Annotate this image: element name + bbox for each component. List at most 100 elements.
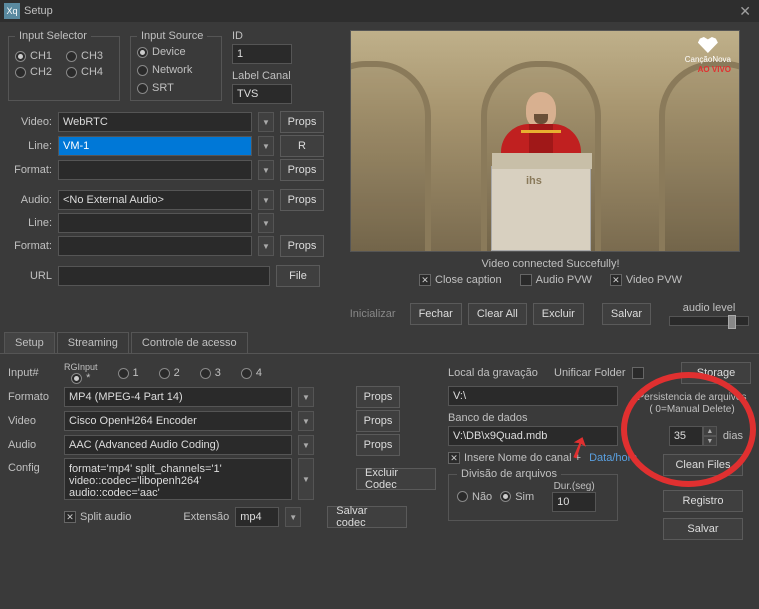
chevron-down-icon[interactable]: ▼ [298, 435, 314, 455]
props-button-3[interactable]: Props [280, 189, 324, 211]
broadcast-logo: CançãoNova AO VIVO [685, 37, 731, 74]
chevron-down-icon[interactable]: ▼ [298, 411, 314, 431]
salvar-button[interactable]: Salvar [602, 303, 651, 325]
split-audio-checkbox[interactable]: ✕Split audio [64, 511, 131, 523]
banco-input[interactable] [448, 426, 618, 446]
video-pvw-checkbox[interactable]: ✕Video PVW [610, 274, 682, 286]
file-button[interactable]: File [276, 265, 320, 287]
extensao-input[interactable] [235, 507, 279, 527]
props-button[interactable]: Props [280, 111, 324, 133]
titlebar: Xq Setup ✕ [0, 0, 759, 22]
spin-up-icon[interactable]: ▲ [703, 426, 717, 436]
salvar-lower-button[interactable]: Salvar [663, 518, 743, 540]
rginput-radio-3[interactable]: 3 [200, 367, 221, 379]
local-input[interactable] [448, 386, 618, 406]
dur-input[interactable] [552, 492, 596, 512]
registro-button[interactable]: Registro [663, 490, 743, 512]
props-button-2[interactable]: Props [280, 159, 324, 181]
dias-label: dias [723, 430, 743, 442]
audio-level-label: audio level [683, 302, 736, 314]
spin-down-icon[interactable]: ▼ [703, 436, 717, 446]
chevron-down-icon[interactable]: ▼ [258, 112, 274, 132]
chevron-down-icon[interactable]: ▼ [258, 236, 274, 256]
app-icon: Xq [4, 3, 20, 19]
format2-select[interactable] [58, 236, 252, 256]
id-label: ID [232, 30, 312, 42]
fechar-button[interactable]: Fechar [410, 303, 462, 325]
connection-status: Video connected Succefully! [350, 258, 751, 270]
audio-enc-label: Audio [8, 439, 58, 451]
props-button-5[interactable]: Props [356, 386, 400, 408]
excluir-button[interactable]: Excluir [533, 303, 584, 325]
r-button[interactable]: R [280, 135, 324, 157]
video-enc-select[interactable] [64, 411, 292, 431]
inicializar-button[interactable]: Inicializar [342, 303, 404, 325]
rginput-radio-4[interactable]: 4 [241, 367, 262, 379]
data-hora-link[interactable]: Data/hora [589, 452, 637, 464]
line2-label: Line: [8, 217, 52, 229]
line-label: Line: [8, 140, 52, 152]
ch1-radio[interactable]: CH1 [15, 50, 52, 62]
input-source-legend: Input Source [137, 30, 207, 42]
chevron-down-icon[interactable]: ▼ [258, 213, 274, 233]
divisao-legend: Divisão de arquivos [457, 468, 561, 480]
chevron-down-icon[interactable]: ▼ [298, 458, 314, 500]
close-icon[interactable]: ✕ [735, 3, 755, 20]
ch2-radio[interactable]: CH2 [15, 66, 52, 78]
format-select[interactable] [58, 160, 252, 180]
tab-setup[interactable]: Setup [4, 332, 55, 353]
ch4-radio[interactable]: CH4 [66, 66, 103, 78]
props-button-6[interactable]: Props [356, 410, 400, 432]
config-textarea[interactable]: format='mp4' split_channels='1' video::c… [64, 458, 292, 500]
tab-controle[interactable]: Controle de acesso [131, 332, 248, 353]
input-num-label: Input# [8, 367, 58, 379]
audio-label: Audio: [8, 194, 52, 206]
persist-label: Persistencia de arquivos ( 0=Manual Dele… [635, 392, 749, 416]
chevron-down-icon[interactable]: ▼ [285, 507, 301, 527]
url-label: URL [8, 270, 52, 282]
input-source-group: Input Source Device Network SRT [130, 30, 222, 101]
props-button-4[interactable]: Props [280, 235, 324, 257]
video-select[interactable] [58, 112, 252, 132]
props-button-7[interactable]: Props [356, 434, 400, 456]
tab-streaming[interactable]: Streaming [57, 332, 129, 353]
label-canal-label: Label Canal [232, 70, 312, 82]
network-radio[interactable]: Network [137, 64, 215, 76]
salvar-codec-button[interactable]: Salvar codec [327, 506, 407, 528]
audio-select[interactable] [58, 190, 252, 210]
unificar-label: Unificar Folder [554, 367, 626, 379]
chevron-down-icon[interactable]: ▼ [298, 387, 314, 407]
storage-button[interactable]: Storage [681, 362, 751, 384]
video-preview: ihs CançãoNova AO VIVO [350, 30, 740, 252]
label-canal-input[interactable] [232, 84, 292, 104]
line2-select[interactable] [58, 213, 252, 233]
sim-radio[interactable]: Sim [500, 491, 534, 503]
rginput-radio-2[interactable]: 2 [159, 367, 180, 379]
extensao-label: Extensão [183, 511, 229, 523]
line-select[interactable] [58, 136, 252, 156]
rginput-radio-0[interactable]: * [71, 372, 90, 384]
device-radio[interactable]: Device [137, 46, 215, 58]
ch3-radio[interactable]: CH3 [66, 50, 103, 62]
srt-radio[interactable]: SRT [137, 82, 215, 94]
chevron-down-icon[interactable]: ▼ [258, 160, 274, 180]
excluir-codec-button[interactable]: Excluir Codec [356, 468, 436, 490]
url-input[interactable] [58, 266, 270, 286]
unificar-checkbox[interactable] [632, 367, 644, 379]
rginput-radio-1[interactable]: 1 [118, 367, 139, 379]
dur-label: Dur.(seg) [554, 481, 595, 492]
video-enc-label: Video [8, 415, 58, 427]
formato-select[interactable] [64, 387, 292, 407]
audio-pvw-checkbox[interactable]: Audio PVW [520, 274, 592, 286]
input-selector-legend: Input Selector [15, 30, 91, 42]
chevron-down-icon[interactable]: ▼ [258, 190, 274, 210]
clear-all-button[interactable]: Clear All [468, 303, 527, 325]
audio-enc-select[interactable] [64, 435, 292, 455]
nao-radio[interactable]: Não [457, 491, 492, 503]
chevron-down-icon[interactable]: ▼ [258, 136, 274, 156]
id-input[interactable] [232, 44, 292, 64]
audio-level-slider[interactable] [669, 316, 749, 326]
persist-input[interactable] [669, 426, 703, 446]
clean-files-button[interactable]: Clean Files [663, 454, 743, 476]
close-caption-checkbox[interactable]: ✕Close caption [419, 274, 502, 286]
